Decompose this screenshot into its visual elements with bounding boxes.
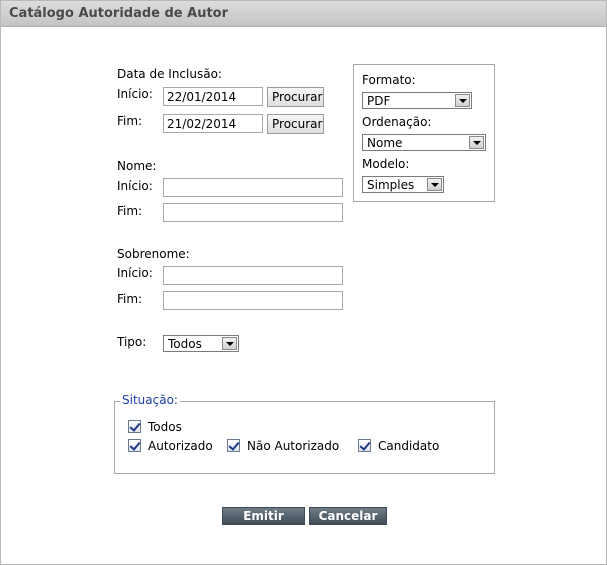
title-bar: Catálogo Autoridade de Autor xyxy=(1,1,606,27)
nome-label: Nome: xyxy=(117,159,157,173)
formato-label: Formato: xyxy=(362,73,416,87)
chevron-down-icon[interactable] xyxy=(455,94,470,107)
nao-autorizado-label: Não Autorizado xyxy=(247,439,340,453)
tipo-label: Tipo: xyxy=(117,335,147,349)
ordenacao-label: Ordenação: xyxy=(362,115,432,129)
chevron-down-icon[interactable] xyxy=(222,337,237,350)
situacao-fieldset xyxy=(114,401,495,474)
sobrenome-inicio-label: Início: xyxy=(117,266,153,280)
window-title: Catálogo Autoridade de Autor xyxy=(9,6,229,21)
chevron-down-icon[interactable] xyxy=(469,136,484,149)
ordenacao-select-value: Nome xyxy=(367,136,403,150)
sobrenome-fim-label: Fim: xyxy=(117,292,143,306)
autorizado-checkbox[interactable] xyxy=(128,439,141,452)
nao-autorizado-checkbox[interactable] xyxy=(227,439,240,452)
chevron-down-icon[interactable] xyxy=(427,178,442,191)
tipo-select[interactable]: Todos xyxy=(163,335,239,352)
modelo-label: Modelo: xyxy=(362,157,410,171)
data-inclusao-label: Data de Inclusão: xyxy=(117,67,222,81)
nome-inicio-label: Início: xyxy=(117,179,153,193)
modelo-select-value: Simples xyxy=(367,178,415,192)
formato-select-value: PDF xyxy=(367,94,391,108)
autorizado-label: Autorizado xyxy=(148,439,213,453)
sobrenome-inicio-input[interactable] xyxy=(163,266,343,285)
candidato-label: Candidato xyxy=(378,439,440,453)
cancelar-button[interactable]: Cancelar xyxy=(309,507,387,525)
situacao-legend: Situação: xyxy=(120,393,180,407)
data-fim-input[interactable] xyxy=(163,114,263,133)
procurar-fim-button[interactable]: Procurar xyxy=(267,114,324,134)
sobrenome-label: Sobrenome: xyxy=(117,247,190,261)
data-inicio-input[interactable] xyxy=(163,87,263,106)
nome-inicio-input[interactable] xyxy=(163,178,343,197)
procurar-inicio-button[interactable]: Procurar xyxy=(267,87,324,107)
nome-fim-label: Fim: xyxy=(117,204,143,218)
emitir-button[interactable]: Emitir xyxy=(222,507,305,525)
candidato-checkbox[interactable] xyxy=(358,439,371,452)
formato-select[interactable]: PDF xyxy=(362,92,472,109)
todos-label: Todos xyxy=(148,420,182,434)
sobrenome-fim-input[interactable] xyxy=(163,291,343,310)
todos-checkbox[interactable] xyxy=(128,420,141,433)
ordenacao-select[interactable]: Nome xyxy=(362,134,486,151)
data-fim-label: Fim: xyxy=(117,114,143,128)
nome-fim-input[interactable] xyxy=(163,203,343,222)
report-window: Catálogo Autoridade de Autor Data de Inc… xyxy=(0,0,607,565)
data-inicio-label: Início: xyxy=(117,87,153,101)
modelo-select[interactable]: Simples xyxy=(362,176,444,193)
tipo-select-value: Todos xyxy=(168,337,202,351)
